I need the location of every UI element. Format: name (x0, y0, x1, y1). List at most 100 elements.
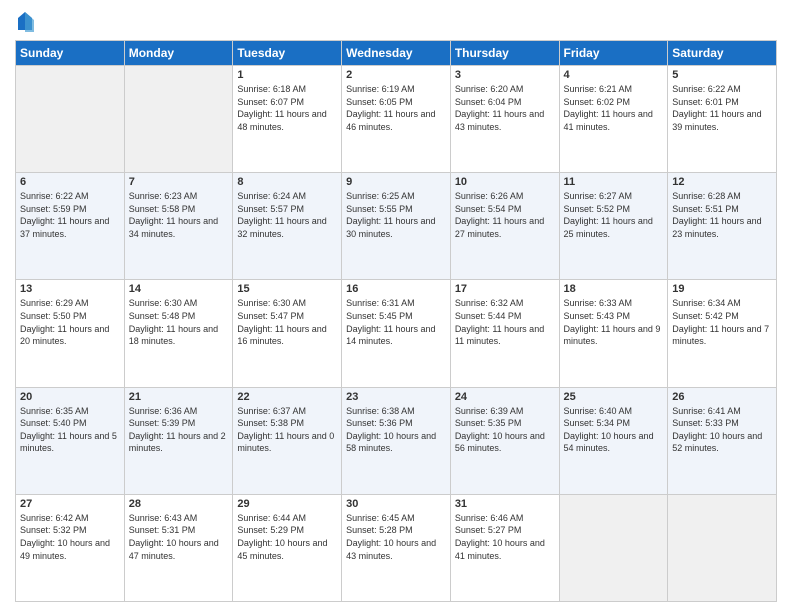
cell-info: Sunrise: 6:19 AMSunset: 6:05 PMDaylight:… (346, 83, 446, 133)
day-number: 7 (129, 176, 229, 188)
calendar-cell: 3 Sunrise: 6:20 AMSunset: 6:04 PMDaylight… (450, 66, 559, 173)
cell-info: Sunrise: 6:43 AMSunset: 5:31 PMDaylight:… (129, 512, 229, 562)
cell-info: Sunrise: 6:37 AMSunset: 5:38 PMDaylight:… (237, 405, 337, 455)
calendar-cell: 18 Sunrise: 6:33 AMSunset: 5:43 PMDayligh… (559, 280, 668, 387)
cell-info: Sunrise: 6:26 AMSunset: 5:54 PMDaylight:… (455, 190, 555, 240)
day-number: 4 (564, 69, 664, 81)
cell-info: Sunrise: 6:27 AMSunset: 5:52 PMDaylight:… (564, 190, 664, 240)
cell-info: Sunrise: 6:41 AMSunset: 5:33 PMDaylight:… (672, 405, 772, 455)
calendar-cell: 8 Sunrise: 6:24 AMSunset: 5:57 PMDaylight… (233, 173, 342, 280)
day-number: 31 (455, 498, 555, 510)
day-number: 21 (129, 391, 229, 403)
calendar-cell: 16 Sunrise: 6:31 AMSunset: 5:45 PMDayligh… (342, 280, 451, 387)
calendar-cell: 14 Sunrise: 6:30 AMSunset: 5:48 PMDayligh… (124, 280, 233, 387)
header (15, 10, 777, 32)
cell-info: Sunrise: 6:40 AMSunset: 5:34 PMDaylight:… (564, 405, 664, 455)
cell-info: Sunrise: 6:24 AMSunset: 5:57 PMDaylight:… (237, 190, 337, 240)
day-number: 25 (564, 391, 664, 403)
day-number: 12 (672, 176, 772, 188)
header-day-monday: Monday (124, 41, 233, 66)
calendar-cell: 25 Sunrise: 6:40 AMSunset: 5:34 PMDayligh… (559, 387, 668, 494)
calendar-cell: 30 Sunrise: 6:45 AMSunset: 5:28 PMDayligh… (342, 494, 451, 601)
calendar-cell: 4 Sunrise: 6:21 AMSunset: 6:02 PMDaylight… (559, 66, 668, 173)
day-number: 20 (20, 391, 120, 403)
cell-info: Sunrise: 6:22 AMSunset: 5:59 PMDaylight:… (20, 190, 120, 240)
day-number: 15 (237, 283, 337, 295)
calendar-week-3: 13 Sunrise: 6:29 AMSunset: 5:50 PMDayligh… (16, 280, 777, 387)
calendar-cell: 15 Sunrise: 6:30 AMSunset: 5:47 PMDayligh… (233, 280, 342, 387)
day-number: 30 (346, 498, 446, 510)
cell-info: Sunrise: 6:30 AMSunset: 5:47 PMDaylight:… (237, 297, 337, 347)
day-number: 17 (455, 283, 555, 295)
calendar-week-5: 27 Sunrise: 6:42 AMSunset: 5:32 PMDayligh… (16, 494, 777, 601)
calendar-cell (16, 66, 125, 173)
day-number: 9 (346, 176, 446, 188)
cell-info: Sunrise: 6:29 AMSunset: 5:50 PMDaylight:… (20, 297, 120, 347)
day-number: 14 (129, 283, 229, 295)
calendar-cell: 13 Sunrise: 6:29 AMSunset: 5:50 PMDayligh… (16, 280, 125, 387)
cell-info: Sunrise: 6:32 AMSunset: 5:44 PMDaylight:… (455, 297, 555, 347)
logo (15, 10, 35, 32)
calendar-cell: 6 Sunrise: 6:22 AMSunset: 5:59 PMDaylight… (16, 173, 125, 280)
calendar-cell: 26 Sunrise: 6:41 AMSunset: 5:33 PMDayligh… (668, 387, 777, 494)
cell-info: Sunrise: 6:25 AMSunset: 5:55 PMDaylight:… (346, 190, 446, 240)
day-number: 18 (564, 283, 664, 295)
cell-info: Sunrise: 6:18 AMSunset: 6:07 PMDaylight:… (237, 83, 337, 133)
header-day-saturday: Saturday (668, 41, 777, 66)
cell-info: Sunrise: 6:21 AMSunset: 6:02 PMDaylight:… (564, 83, 664, 133)
day-number: 28 (129, 498, 229, 510)
calendar-cell: 9 Sunrise: 6:25 AMSunset: 5:55 PMDaylight… (342, 173, 451, 280)
calendar-cell: 5 Sunrise: 6:22 AMSunset: 6:01 PMDaylight… (668, 66, 777, 173)
cell-info: Sunrise: 6:23 AMSunset: 5:58 PMDaylight:… (129, 190, 229, 240)
calendar-cell (668, 494, 777, 601)
header-day-thursday: Thursday (450, 41, 559, 66)
day-number: 16 (346, 283, 446, 295)
cell-info: Sunrise: 6:33 AMSunset: 5:43 PMDaylight:… (564, 297, 664, 347)
day-number: 23 (346, 391, 446, 403)
calendar-cell: 11 Sunrise: 6:27 AMSunset: 5:52 PMDayligh… (559, 173, 668, 280)
header-day-tuesday: Tuesday (233, 41, 342, 66)
cell-info: Sunrise: 6:35 AMSunset: 5:40 PMDaylight:… (20, 405, 120, 455)
calendar-cell: 27 Sunrise: 6:42 AMSunset: 5:32 PMDayligh… (16, 494, 125, 601)
cell-info: Sunrise: 6:28 AMSunset: 5:51 PMDaylight:… (672, 190, 772, 240)
calendar-cell: 20 Sunrise: 6:35 AMSunset: 5:40 PMDayligh… (16, 387, 125, 494)
calendar-cell (124, 66, 233, 173)
calendar-cell: 7 Sunrise: 6:23 AMSunset: 5:58 PMDaylight… (124, 173, 233, 280)
day-number: 6 (20, 176, 120, 188)
header-day-sunday: Sunday (16, 41, 125, 66)
day-number: 27 (20, 498, 120, 510)
calendar-header-row: SundayMondayTuesdayWednesdayThursdayFrid… (16, 41, 777, 66)
day-number: 5 (672, 69, 772, 81)
calendar-cell: 28 Sunrise: 6:43 AMSunset: 5:31 PMDayligh… (124, 494, 233, 601)
calendar-cell: 10 Sunrise: 6:26 AMSunset: 5:54 PMDayligh… (450, 173, 559, 280)
calendar-cell: 31 Sunrise: 6:46 AMSunset: 5:27 PMDayligh… (450, 494, 559, 601)
day-number: 11 (564, 176, 664, 188)
calendar-cell: 19Sunrise: 6:34 AMSunset: 5:42 PMDayligh… (668, 280, 777, 387)
logo-icon (16, 10, 34, 32)
calendar-cell: 17 Sunrise: 6:32 AMSunset: 5:44 PMDayligh… (450, 280, 559, 387)
cell-info: Sunrise: 6:30 AMSunset: 5:48 PMDaylight:… (129, 297, 229, 347)
calendar-cell (559, 494, 668, 601)
day-number: 1 (237, 69, 337, 81)
calendar-cell: 23Sunrise: 6:38 AMSunset: 5:36 PMDayligh… (342, 387, 451, 494)
calendar-cell: 22 Sunrise: 6:37 AMSunset: 5:38 PMDayligh… (233, 387, 342, 494)
cell-info: Sunrise: 6:45 AMSunset: 5:28 PMDaylight:… (346, 512, 446, 562)
header-day-friday: Friday (559, 41, 668, 66)
day-number: 13 (20, 283, 120, 295)
cell-info: Sunrise: 6:31 AMSunset: 5:45 PMDaylight:… (346, 297, 446, 347)
calendar-cell: 12 Sunrise: 6:28 AMSunset: 5:51 PMDayligh… (668, 173, 777, 280)
day-number: 26 (672, 391, 772, 403)
day-number: 3 (455, 69, 555, 81)
cell-info: Sunrise: 6:20 AMSunset: 6:04 PMDaylight:… (455, 83, 555, 133)
cell-info: Sunrise: 6:42 AMSunset: 5:32 PMDaylight:… (20, 512, 120, 562)
header-day-wednesday: Wednesday (342, 41, 451, 66)
day-number: 8 (237, 176, 337, 188)
cell-info: Sunrise: 6:39 AMSunset: 5:35 PMDaylight:… (455, 405, 555, 455)
cell-info: Sunrise: 6:46 AMSunset: 5:27 PMDaylight:… (455, 512, 555, 562)
cell-info: Sunrise: 6:22 AMSunset: 6:01 PMDaylight:… (672, 83, 772, 133)
cell-info: Sunrise: 6:44 AMSunset: 5:29 PMDaylight:… (237, 512, 337, 562)
day-number: 10 (455, 176, 555, 188)
calendar-table: SundayMondayTuesdayWednesdayThursdayFrid… (15, 40, 777, 602)
cell-info: Sunrise: 6:34 AMSunset: 5:42 PMDaylight:… (672, 297, 772, 347)
day-number: 22 (237, 391, 337, 403)
